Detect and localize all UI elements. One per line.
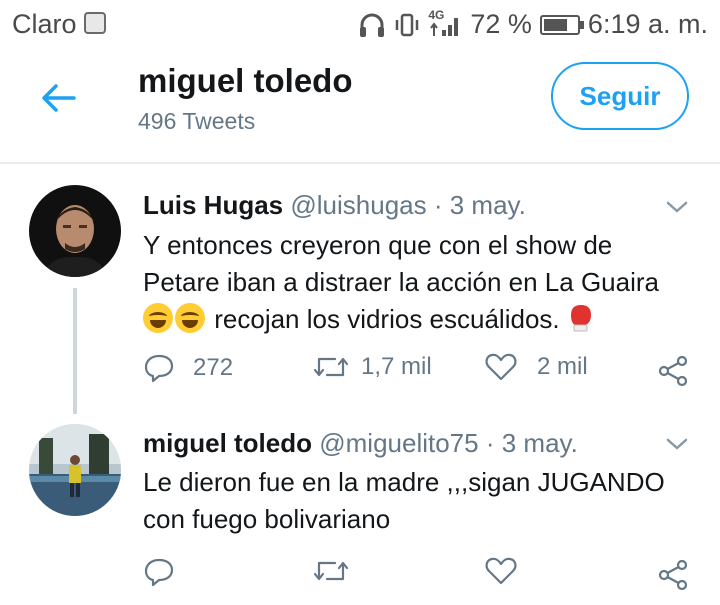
avatar[interactable] (29, 424, 121, 516)
tweet-text-line: recojan los vidrios escuálidos. (143, 301, 703, 338)
author-handle[interactable]: @luishugas (290, 190, 426, 220)
reply-action[interactable]: 272 (143, 352, 233, 384)
tweet[interactable]: miguel toledo @miguelito75 · 3 may. Le d… (0, 416, 720, 605)
tweet-text-line: Le dieron fue en la madre ,,,sigan JUGAN… (143, 467, 665, 497)
heart-icon[interactable] (485, 352, 517, 382)
like-action[interactable] (485, 556, 517, 586)
network-type-icon: 4G (428, 8, 462, 38)
reply-icon[interactable] (143, 352, 175, 384)
header-divider (0, 162, 720, 164)
clock: 6:19 a. m. (587, 9, 708, 39)
vibrate-icon (396, 13, 419, 36)
tweet-text-line: con fuego bolivariano (143, 504, 391, 534)
thread-line (73, 288, 77, 414)
tweet-text-line: Y entonces creyeron que con el show de (143, 230, 613, 260)
heart-icon[interactable] (485, 556, 517, 586)
tweet-date[interactable]: · 3 may. (486, 428, 578, 458)
carrier-label: Claro (12, 9, 77, 39)
like-action[interactable]: 2 mil (485, 352, 588, 382)
author-name[interactable]: miguel toledo (143, 428, 312, 458)
tweet-text-line: Petare iban a distraer la acción en La G… (143, 267, 659, 297)
tweet[interactable]: Luis Hugas @luishugas · 3 may. Y entonce… (0, 166, 720, 416)
profile-header: miguel toledo 496 Tweets Seguir (0, 50, 720, 162)
battery-icon (539, 14, 584, 35)
avatar[interactable] (29, 185, 121, 277)
tweet-text: Y entonces creyeron que con el show de P… (143, 227, 703, 338)
profile-name: miguel toledo (138, 62, 353, 99)
tweet-text: Le dieron fue en la madre ,,,sigan JUGAN… (143, 464, 703, 538)
retweet-action[interactable]: 1,7 mil (313, 352, 432, 382)
gallery-notification-icon (84, 12, 106, 34)
retweet-icon[interactable] (313, 352, 349, 382)
tweet-text-tail: recojan los vidrios escuálidos. (214, 304, 560, 334)
tweet-count: 496 Tweets (138, 108, 256, 134)
author-name[interactable]: Luis Hugas (143, 190, 283, 220)
battery-percent: 72 % (470, 9, 532, 39)
status-bar: Claro 4G 72 % 6:19 a. m. (0, 0, 720, 50)
share-icon[interactable] (657, 559, 689, 591)
rolling-laughing-emoji-icon (175, 303, 205, 333)
headphones-icon (360, 13, 385, 37)
tweet-actions: 272 1,7 mil 2 mil (143, 352, 703, 392)
tweet-header: Luis Hugas @luishugas · 3 may. (143, 190, 526, 221)
rolling-laughing-emoji-icon (143, 303, 173, 333)
reply-count: 272 (193, 354, 234, 381)
tweet-actions (143, 556, 703, 596)
retweet-icon[interactable] (313, 556, 349, 586)
follow-button[interactable]: Seguir (551, 62, 689, 130)
retweet-count: 1,7 mil (361, 353, 432, 380)
reply-icon[interactable] (143, 556, 175, 588)
author-handle[interactable]: @miguelito75 (319, 428, 478, 458)
chevron-down-icon[interactable] (665, 436, 689, 452)
reply-action[interactable] (143, 556, 175, 588)
status-indicators: 4G 72 % 6:19 a. m. (358, 8, 708, 40)
chevron-down-icon[interactable] (665, 199, 689, 215)
like-count: 2 mil (537, 353, 588, 380)
tweet-date[interactable]: · 3 may. (434, 190, 526, 220)
back-arrow-icon[interactable] (38, 78, 78, 118)
tweet-header: miguel toledo @miguelito75 · 3 may. (143, 428, 578, 459)
retweet-action[interactable] (313, 556, 349, 586)
boxing-glove-emoji-icon (570, 305, 591, 332)
battery-level-fill (543, 18, 567, 31)
share-icon[interactable] (657, 355, 689, 387)
